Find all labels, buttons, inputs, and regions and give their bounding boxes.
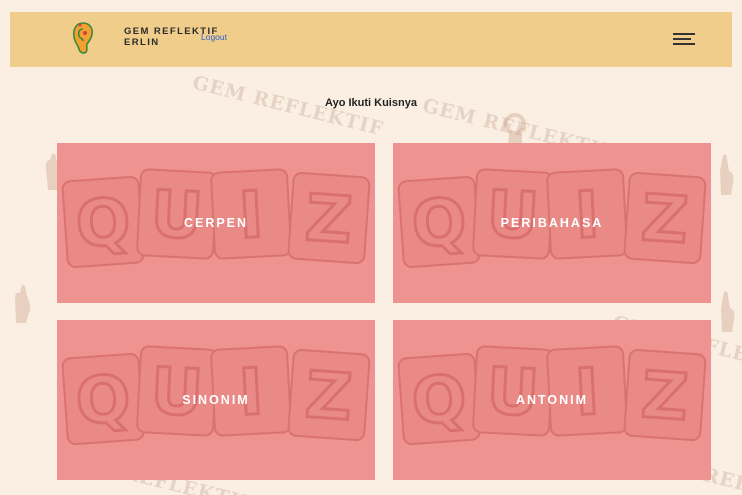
hamburger-bar (673, 43, 695, 45)
quiz-card-sinonim[interactable]: QUIZ SINONIM (57, 320, 375, 480)
quiz-card-label: SINONIM (182, 393, 250, 407)
ear-logo-icon[interactable] (72, 21, 94, 55)
hand-sign-icon (15, 285, 31, 323)
top-navbar: GEM REFLEKTIF ERLIN Logout (10, 12, 732, 67)
hamburger-bar (673, 38, 691, 40)
quiz-card-cerpen[interactable]: QUIZ CERPEN (57, 143, 375, 303)
logout-link[interactable]: Logout (201, 32, 227, 42)
quiz-card-peribahasa[interactable]: QUIZ PERIBAHASA (393, 143, 711, 303)
hand-sign-icon (720, 154, 734, 195)
hamburger-menu-icon[interactable] (673, 33, 695, 47)
hand-sign-icon (504, 113, 526, 146)
hand-sign-icon (721, 291, 735, 332)
quiz-card-label: PERIBAHASA (500, 216, 604, 230)
page-title: Ayo Ikuti Kuisnya (325, 97, 417, 109)
quiz-card-antonim[interactable]: QUIZ ANTONIM (393, 320, 711, 480)
quiz-card-label: ANTONIM (515, 393, 589, 407)
quiz-card-label: CERPEN (183, 216, 249, 230)
hamburger-bar (673, 33, 695, 35)
